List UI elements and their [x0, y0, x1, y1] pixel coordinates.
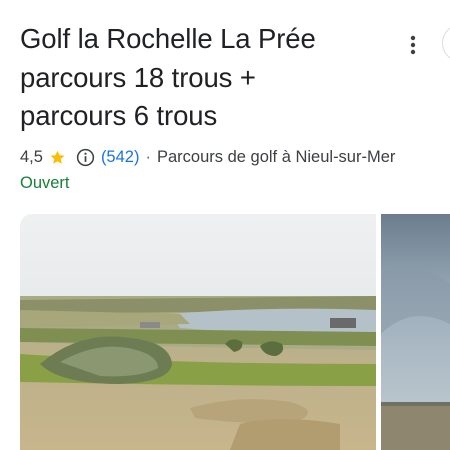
meta-separator: ·: [145, 147, 151, 166]
place-panel: Golf la Rochelle La Prée parcours 18 tro…: [0, 0, 450, 450]
more-options-button[interactable]: [398, 30, 428, 60]
place-title-line-1: Golf la Rochelle La Prée: [20, 23, 316, 54]
vertical-dots-icon: [410, 35, 416, 55]
rating-value: 4,5: [20, 147, 43, 166]
open-status: Ouvert: [20, 174, 70, 192]
info-icon[interactable]: [76, 148, 95, 167]
star-icon: [49, 149, 66, 166]
place-category: Parcours de golf à Nieul-sur-Mer: [156, 147, 396, 166]
golf-course-photo[interactable]: [20, 214, 376, 450]
place-title-line-3: parcours 6 trous: [20, 100, 218, 131]
place-title-line-2: parcours 18 trous +: [20, 61, 256, 93]
place-title: Golf la Rochelle La Prée parcours 18 tro…: [20, 20, 390, 136]
action-button-partial[interactable]: [442, 24, 450, 62]
rating-row: 4,5 (542) · Parcours de golf à Nieul-sur…: [20, 145, 395, 169]
coast-photo[interactable]: [381, 214, 450, 450]
review-count-link[interactable]: (542): [101, 148, 140, 167]
